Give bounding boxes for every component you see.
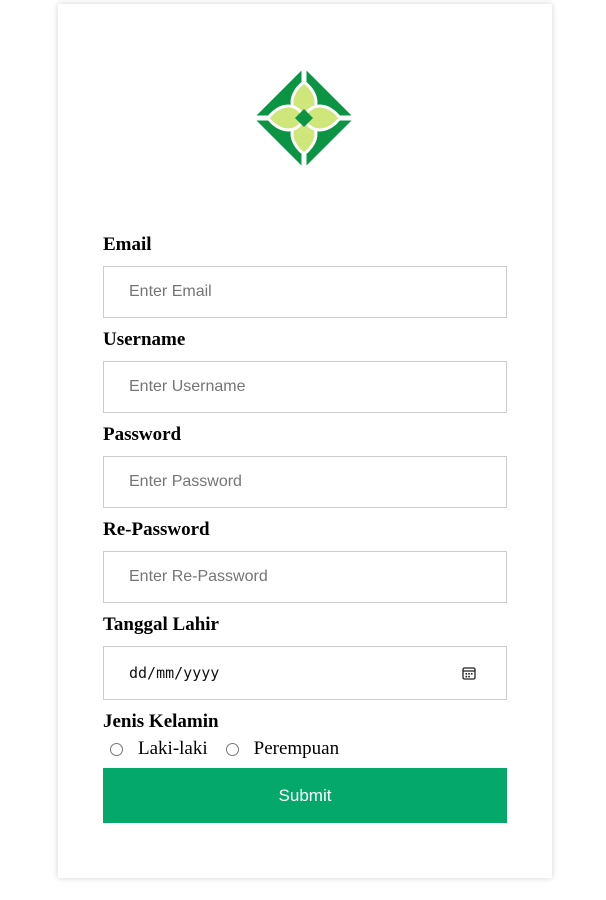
email-label: Email — [103, 234, 152, 255]
logo-icon — [254, 68, 354, 168]
username-field[interactable]: Enter Username — [103, 361, 507, 413]
email-field[interactable]: Enter Email — [103, 266, 507, 318]
gender-option-female-label: Perempuan — [253, 738, 340, 759]
password-label: Password — [103, 424, 182, 445]
birthdate-label: Tanggal Lahir — [103, 614, 219, 635]
password-field[interactable]: Enter Password — [103, 456, 507, 508]
gender-radio-female[interactable] — [225, 742, 239, 756]
repassword-field[interactable]: Enter Re-Password — [103, 551, 507, 603]
registration-card: Email Enter Email Username Enter Usernam… — [58, 4, 552, 878]
gender-label: Jenis Kelamin — [103, 711, 219, 732]
birthdate-value: dd/mm/yyyy — [129, 664, 220, 682]
gender-radio-male[interactable] — [110, 742, 123, 756]
gender-options: Laki-laki Perempuan — [103, 737, 350, 761]
calendar-icon[interactable] — [462, 666, 476, 680]
submit-button[interactable]: Submit — [103, 768, 507, 823]
repassword-label: Re-Password — [103, 519, 210, 540]
username-label: Username — [103, 329, 186, 350]
gender-option-male-label: Laki-laki — [138, 738, 208, 759]
birthdate-field[interactable]: dd/mm/yyyy — [103, 646, 507, 700]
